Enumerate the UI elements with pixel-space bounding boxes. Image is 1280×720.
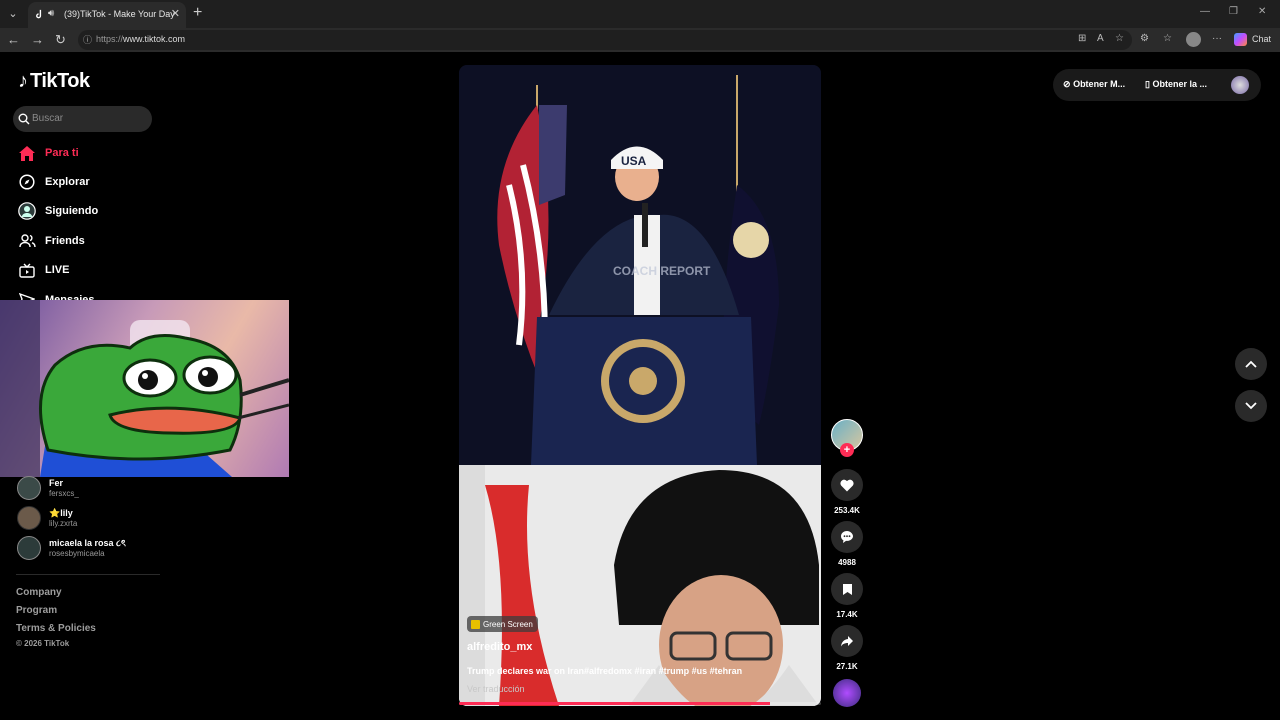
chevron-up-icon bbox=[1245, 360, 1257, 368]
home-icon bbox=[18, 144, 36, 162]
footer-link-program[interactable]: Program bbox=[16, 605, 57, 616]
get-app-button[interactable]: ▯ Obtener la ... bbox=[1145, 79, 1207, 90]
copyright: © 2026 TikTok bbox=[16, 639, 70, 648]
tiktok-logo[interactable]: ♪ TikTok bbox=[18, 70, 90, 93]
following-account[interactable]: Fer fersxcs_ bbox=[17, 476, 79, 500]
tiktok-note-icon: ♪ bbox=[18, 70, 28, 92]
translate-link[interactable]: Ver traducción bbox=[467, 684, 525, 694]
save-count: 17.4K bbox=[836, 610, 858, 619]
reader-view-icon[interactable]: ⊞ bbox=[1078, 33, 1086, 44]
following-account[interactable]: ⭐lily lily.zxrta bbox=[17, 506, 77, 530]
sidebar-item-live[interactable]: LIVE bbox=[18, 260, 69, 280]
minimize-icon[interactable]: — bbox=[1200, 6, 1210, 17]
chevron-down-icon bbox=[1245, 402, 1257, 410]
video-player[interactable]: USA COACH REPORT bbox=[459, 65, 821, 706]
top-right-actions: ⊘ Obtener M... ▯ Obtener la ... bbox=[1053, 69, 1261, 101]
share-count: 27.1K bbox=[836, 662, 858, 671]
extensions-icon[interactable]: ⚙ bbox=[1140, 33, 1149, 44]
progress-fill bbox=[459, 702, 771, 705]
compass-icon bbox=[18, 173, 36, 191]
heart-icon bbox=[840, 479, 854, 491]
tab-title: (39)TikTok - Make Your Day bbox=[64, 9, 175, 19]
phone-icon: ▯ bbox=[1145, 79, 1150, 89]
save-button[interactable] bbox=[831, 573, 863, 605]
share-button[interactable] bbox=[831, 625, 863, 657]
share-icon bbox=[841, 636, 853, 647]
following-avatar-icon bbox=[18, 202, 36, 220]
friends-icon bbox=[18, 232, 36, 250]
footer-link-company[interactable]: Company bbox=[16, 587, 62, 598]
site-info-icon[interactable]: ⓘ bbox=[83, 33, 92, 46]
audio-playing-icon[interactable]: 🔊︎ bbox=[48, 8, 54, 19]
avatar bbox=[17, 536, 41, 560]
like-count: 253.4K bbox=[834, 506, 860, 515]
user-avatar[interactable] bbox=[1231, 76, 1249, 94]
sidebar-divider bbox=[16, 574, 160, 575]
comment-button[interactable] bbox=[831, 521, 863, 553]
video-caption: Trump declares war on Iran#alfredomx #ir… bbox=[467, 666, 743, 676]
sidebar-item-friends[interactable]: Friends bbox=[18, 231, 85, 251]
search-icon bbox=[18, 113, 30, 125]
follow-plus-icon[interactable]: + bbox=[840, 443, 854, 457]
url-text: https://www.tiktok.com bbox=[96, 34, 186, 44]
forward-icon[interactable]: → bbox=[31, 32, 44, 47]
effect-badge[interactable]: Green Screen bbox=[467, 616, 538, 632]
avatar bbox=[17, 476, 41, 500]
reload-icon[interactable]: ↻ bbox=[55, 32, 66, 48]
comment-count: 4988 bbox=[838, 558, 856, 567]
tiktok-page: ♪ TikTok Buscar Para ti Explorar Siguien… bbox=[0, 52, 1280, 720]
watermark-text: COACH REPORT bbox=[613, 264, 711, 278]
sidebar-item-para-ti[interactable]: Para ti bbox=[18, 143, 79, 163]
tiktok-favicon-icon bbox=[36, 9, 42, 19]
get-coins-button[interactable]: ⊘ Obtener M... bbox=[1063, 79, 1125, 90]
sidebar-item-explorar[interactable]: Explorar bbox=[18, 172, 90, 192]
tab-list-chevron-icon[interactable]: ⌄ bbox=[4, 5, 22, 23]
comment-icon bbox=[841, 531, 853, 543]
frog-avatar-image bbox=[0, 300, 289, 477]
favorites-icon[interactable]: ☆ bbox=[1163, 33, 1172, 44]
chat-label[interactable]: Chat bbox=[1252, 34, 1271, 44]
green-screen-icon bbox=[471, 619, 480, 629]
footer-link-terms[interactable]: Terms & Policies bbox=[16, 623, 96, 634]
coin-icon: ⊘ bbox=[1063, 79, 1071, 89]
previous-video-button[interactable] bbox=[1235, 348, 1267, 380]
close-tab-icon[interactable]: ✕ bbox=[171, 7, 180, 20]
sound-disc[interactable] bbox=[833, 679, 861, 707]
like-button[interactable] bbox=[831, 469, 863, 501]
back-icon[interactable]: ← bbox=[7, 32, 20, 47]
restore-icon[interactable]: ❐ bbox=[1229, 6, 1238, 17]
browser-tab-bar: ⌄ 🔊︎ (39)TikTok - Make Your Day ✕ + — ❐ … bbox=[0, 0, 1280, 28]
address-toolbar: ← → ↻ ⓘ https://www.tiktok.com ⊞ A ☆ ⚙ ☆… bbox=[0, 28, 1280, 52]
close-window-icon[interactable]: ✕ bbox=[1258, 6, 1266, 17]
video-frame-image: USA COACH REPORT bbox=[459, 65, 821, 706]
favorite-star-icon[interactable]: ☆ bbox=[1115, 33, 1124, 44]
sidebar-item-siguiendo[interactable]: Siguiendo bbox=[18, 201, 98, 221]
avatar bbox=[17, 506, 41, 530]
video-author[interactable]: alfredito_mx bbox=[467, 641, 532, 653]
copilot-icon[interactable] bbox=[1234, 33, 1247, 46]
url-field[interactable]: ⓘ https://www.tiktok.com bbox=[78, 30, 1132, 50]
live-tv-icon bbox=[18, 261, 36, 279]
bookmark-icon bbox=[842, 583, 852, 595]
video-progress-bar[interactable] bbox=[459, 702, 821, 705]
webcam-overlay bbox=[0, 300, 289, 477]
following-account[interactable]: micaela la rosa ૮ৎ rosesbymicaela bbox=[17, 536, 126, 560]
translate-icon[interactable]: A bbox=[1097, 33, 1104, 44]
search-input[interactable]: Buscar bbox=[13, 106, 152, 132]
new-tab-icon[interactable]: + bbox=[193, 4, 202, 22]
browser-tab[interactable]: 🔊︎ (39)TikTok - Make Your Day ✕ bbox=[28, 2, 186, 28]
next-video-button[interactable] bbox=[1235, 390, 1267, 422]
profile-avatar[interactable] bbox=[1186, 32, 1201, 47]
more-menu-icon[interactable]: ··· bbox=[1212, 33, 1222, 44]
svg-text:USA: USA bbox=[621, 154, 647, 168]
